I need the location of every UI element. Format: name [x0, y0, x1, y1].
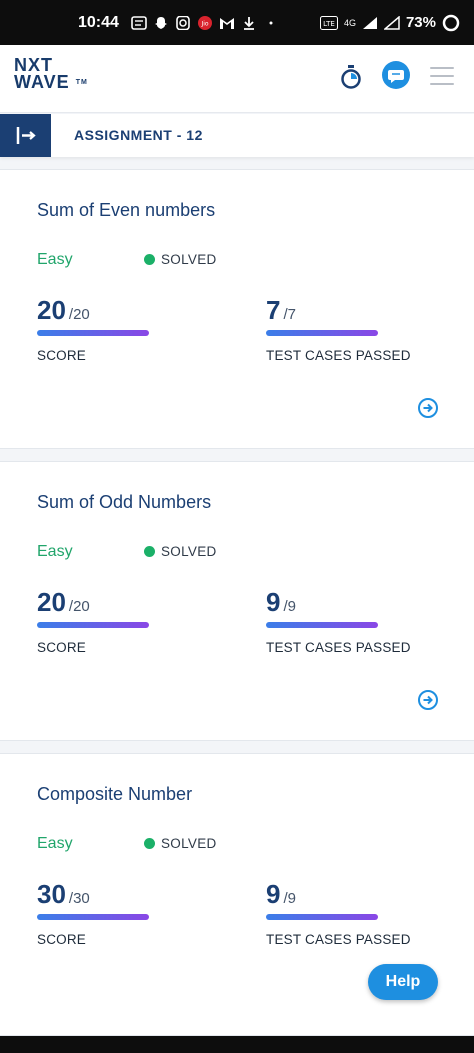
tests-value: 9 — [266, 587, 281, 617]
signal-icon — [362, 16, 377, 29]
status-time: 10:44 — [78, 13, 119, 31]
gmail-icon — [219, 17, 234, 29]
score-value: 20 — [37, 295, 66, 325]
tests-value: 7 — [266, 295, 281, 325]
score-value: 20 — [37, 587, 66, 617]
score-progress-bar — [37, 622, 149, 628]
score-total: /20 — [68, 598, 90, 615]
assignment-title: ASSIGNMENT - 12 — [74, 127, 203, 143]
test-cases-metric: 7/7 TEST CASES PASSED — [266, 295, 411, 363]
status-badge: SOLVED — [144, 544, 217, 559]
battery-ring-icon — [442, 14, 460, 31]
score-label: SCORE — [37, 640, 87, 655]
score-value: 30 — [37, 879, 66, 909]
score-progress-bar — [37, 914, 149, 920]
tests-total: /9 — [283, 598, 296, 615]
status-badge: SOLVED — [144, 836, 217, 851]
svg-text:Jio: Jio — [200, 20, 208, 27]
volte-icon: LTE — [319, 15, 338, 30]
chat-icon — [388, 70, 404, 83]
problem-title: Sum of Even numbers — [37, 200, 216, 220]
tests-total: /9 — [283, 890, 296, 907]
solved-dot-icon — [144, 254, 155, 265]
status-badge: SOLVED — [144, 252, 217, 267]
stopwatch-icon[interactable] — [340, 65, 362, 89]
signal-2-icon — [383, 15, 400, 30]
app-dizo-icon — [269, 21, 273, 24]
tests-total: /7 — [283, 306, 296, 323]
arrow-right-circle-icon[interactable] — [417, 397, 439, 419]
tests-label: TEST CASES PASSED — [266, 348, 411, 363]
battery-level: 73% — [405, 14, 436, 31]
status-bar: 10:44 Jio LTE 4G 73% — [0, 0, 474, 45]
score-metric: 20/20 SCORE — [37, 295, 149, 363]
tests-progress-bar — [266, 914, 378, 920]
status-text: SOLVED — [161, 544, 217, 559]
problem-card[interactable]: Sum of Even numbers Easy SOLVED 20/20 SC… — [0, 169, 474, 449]
score-label: SCORE — [37, 932, 87, 947]
app-header: NXT WAVE TM — [0, 45, 474, 113]
navigation-bar — [0, 1036, 474, 1053]
instagram-icon — [176, 15, 190, 30]
download-icon — [243, 16, 254, 30]
tests-progress-bar — [266, 622, 378, 628]
score-progress-bar — [37, 330, 149, 336]
problem-title: Composite Number — [37, 784, 193, 804]
difficulty-label: Easy — [37, 251, 73, 268]
problem-card[interactable]: Sum of Odd Numbers Easy SOLVED 20/20 SCO… — [0, 461, 474, 741]
expand-sidebar-icon — [16, 127, 36, 144]
chat-button[interactable] — [382, 61, 410, 89]
nxtwave-logo[interactable]: NXT WAVE TM — [14, 56, 88, 92]
test-cases-metric: 9/9 TEST CASES PASSED — [266, 587, 411, 655]
notification-icons: Jio — [131, 15, 279, 30]
test-cases-metric: 9/9 TEST CASES PASSED — [266, 879, 411, 947]
score-total: /30 — [68, 890, 90, 907]
solved-dot-icon — [144, 546, 155, 557]
status-text: SOLVED — [161, 836, 217, 851]
score-total: /20 — [68, 306, 90, 323]
assignment-bar: ASSIGNMENT - 12 — [0, 114, 474, 157]
solved-dot-icon — [144, 838, 155, 849]
score-metric: 30/30 SCORE — [37, 879, 149, 947]
score-metric: 20/20 SCORE — [37, 587, 149, 655]
hamburger-menu-icon[interactable] — [430, 67, 454, 85]
score-label: SCORE — [37, 348, 87, 363]
problem-title: Sum of Odd Numbers — [37, 492, 212, 512]
network-type: 4G — [343, 17, 356, 28]
difficulty-label: Easy — [37, 543, 73, 560]
svg-text:LTE: LTE — [323, 20, 335, 28]
snapchat-icon — [154, 16, 167, 29]
message-icon — [131, 15, 147, 30]
logo-line2: WAVE — [14, 72, 70, 92]
tests-label: TEST CASES PASSED — [266, 640, 411, 655]
arrow-right-circle-icon[interactable] — [417, 689, 439, 711]
system-icons: LTE 4G 73% — [319, 14, 460, 32]
help-button[interactable]: Help — [368, 964, 438, 1000]
jio-icon: Jio — [197, 15, 212, 30]
difficulty-label: Easy — [37, 835, 73, 852]
tests-progress-bar — [266, 330, 378, 336]
tests-label: TEST CASES PASSED — [266, 932, 411, 947]
status-text: SOLVED — [161, 252, 217, 267]
tests-value: 9 — [266, 879, 281, 909]
logo-tm: TM — [75, 79, 88, 86]
sidebar-toggle-button[interactable] — [0, 114, 51, 157]
